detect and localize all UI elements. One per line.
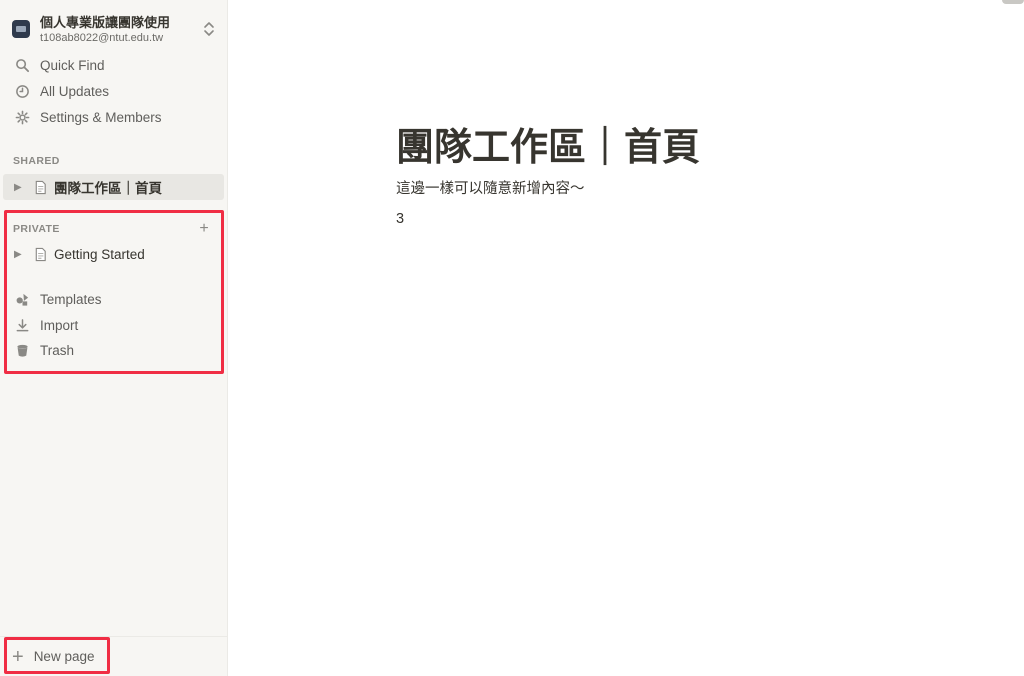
top-right-control[interactable] [1002,0,1024,4]
settings-members-label: Settings & Members [40,109,162,125]
sidebar-page-team-home[interactable]: ▶ 團隊工作區｜首頁 [3,174,224,200]
quick-find-label: Quick Find [40,57,105,73]
trash-icon [14,342,30,358]
all-updates-button[interactable]: All Updates [0,78,228,104]
new-page-button[interactable]: + New page [0,636,228,676]
gear-icon [14,109,30,125]
text-block[interactable]: 這邊一樣可以隨意新增內容～ [396,177,585,198]
import-icon [14,317,30,333]
import-button[interactable]: Import [0,312,228,338]
plus-icon: + [12,645,24,668]
private-section-label: PRIVATE [13,223,60,235]
add-private-page-button[interactable]: + [197,221,211,237]
new-page-label: New page [33,649,95,664]
workspace-avatar [12,20,30,38]
sidebar-page-label: 團隊工作區｜首頁 [54,181,162,196]
templates-button[interactable]: Templates [0,286,228,312]
text-block[interactable]: 3 [396,211,404,227]
import-label: Import [40,317,79,333]
workspace-email: t108ab8022@ntut.edu.tw [40,31,164,44]
workspace-switcher[interactable]: 個人專業版讓團隊使用 t108ab8022@ntut.edu.tw [0,8,228,50]
chevron-updown-icon[interactable] [202,20,216,38]
clock-icon [14,83,30,99]
templates-label: Templates [40,291,102,307]
expand-toggle-icon[interactable]: ▶ [14,249,28,260]
page-doc-icon [32,179,48,195]
sidebar: 個人專業版讓團隊使用 t108ab8022@ntut.edu.tw Quick … [0,0,228,676]
page-doc-icon [32,246,48,262]
sidebar-page-getting-started[interactable]: ▶ Getting Started [0,241,228,267]
settings-members-button[interactable]: Settings & Members [0,104,228,130]
trash-label: Trash [40,342,75,358]
page-content: 團隊工作區｜首頁 這邊一樣可以隨意新增內容～ 3 [229,0,1024,676]
workspace-name: 個人專業版讓團隊使用 [40,14,171,30]
search-icon [14,57,30,73]
page-title[interactable]: 團隊工作區｜首頁 [396,116,700,171]
sidebar-page-label: Getting Started [54,246,145,262]
quick-find-button[interactable]: Quick Find [0,52,228,78]
templates-icon [14,291,30,307]
expand-toggle-icon[interactable]: ▶ [14,182,28,193]
shared-section-label: SHARED [13,155,60,167]
trash-button[interactable]: Trash [0,337,228,363]
all-updates-label: All Updates [40,83,110,99]
